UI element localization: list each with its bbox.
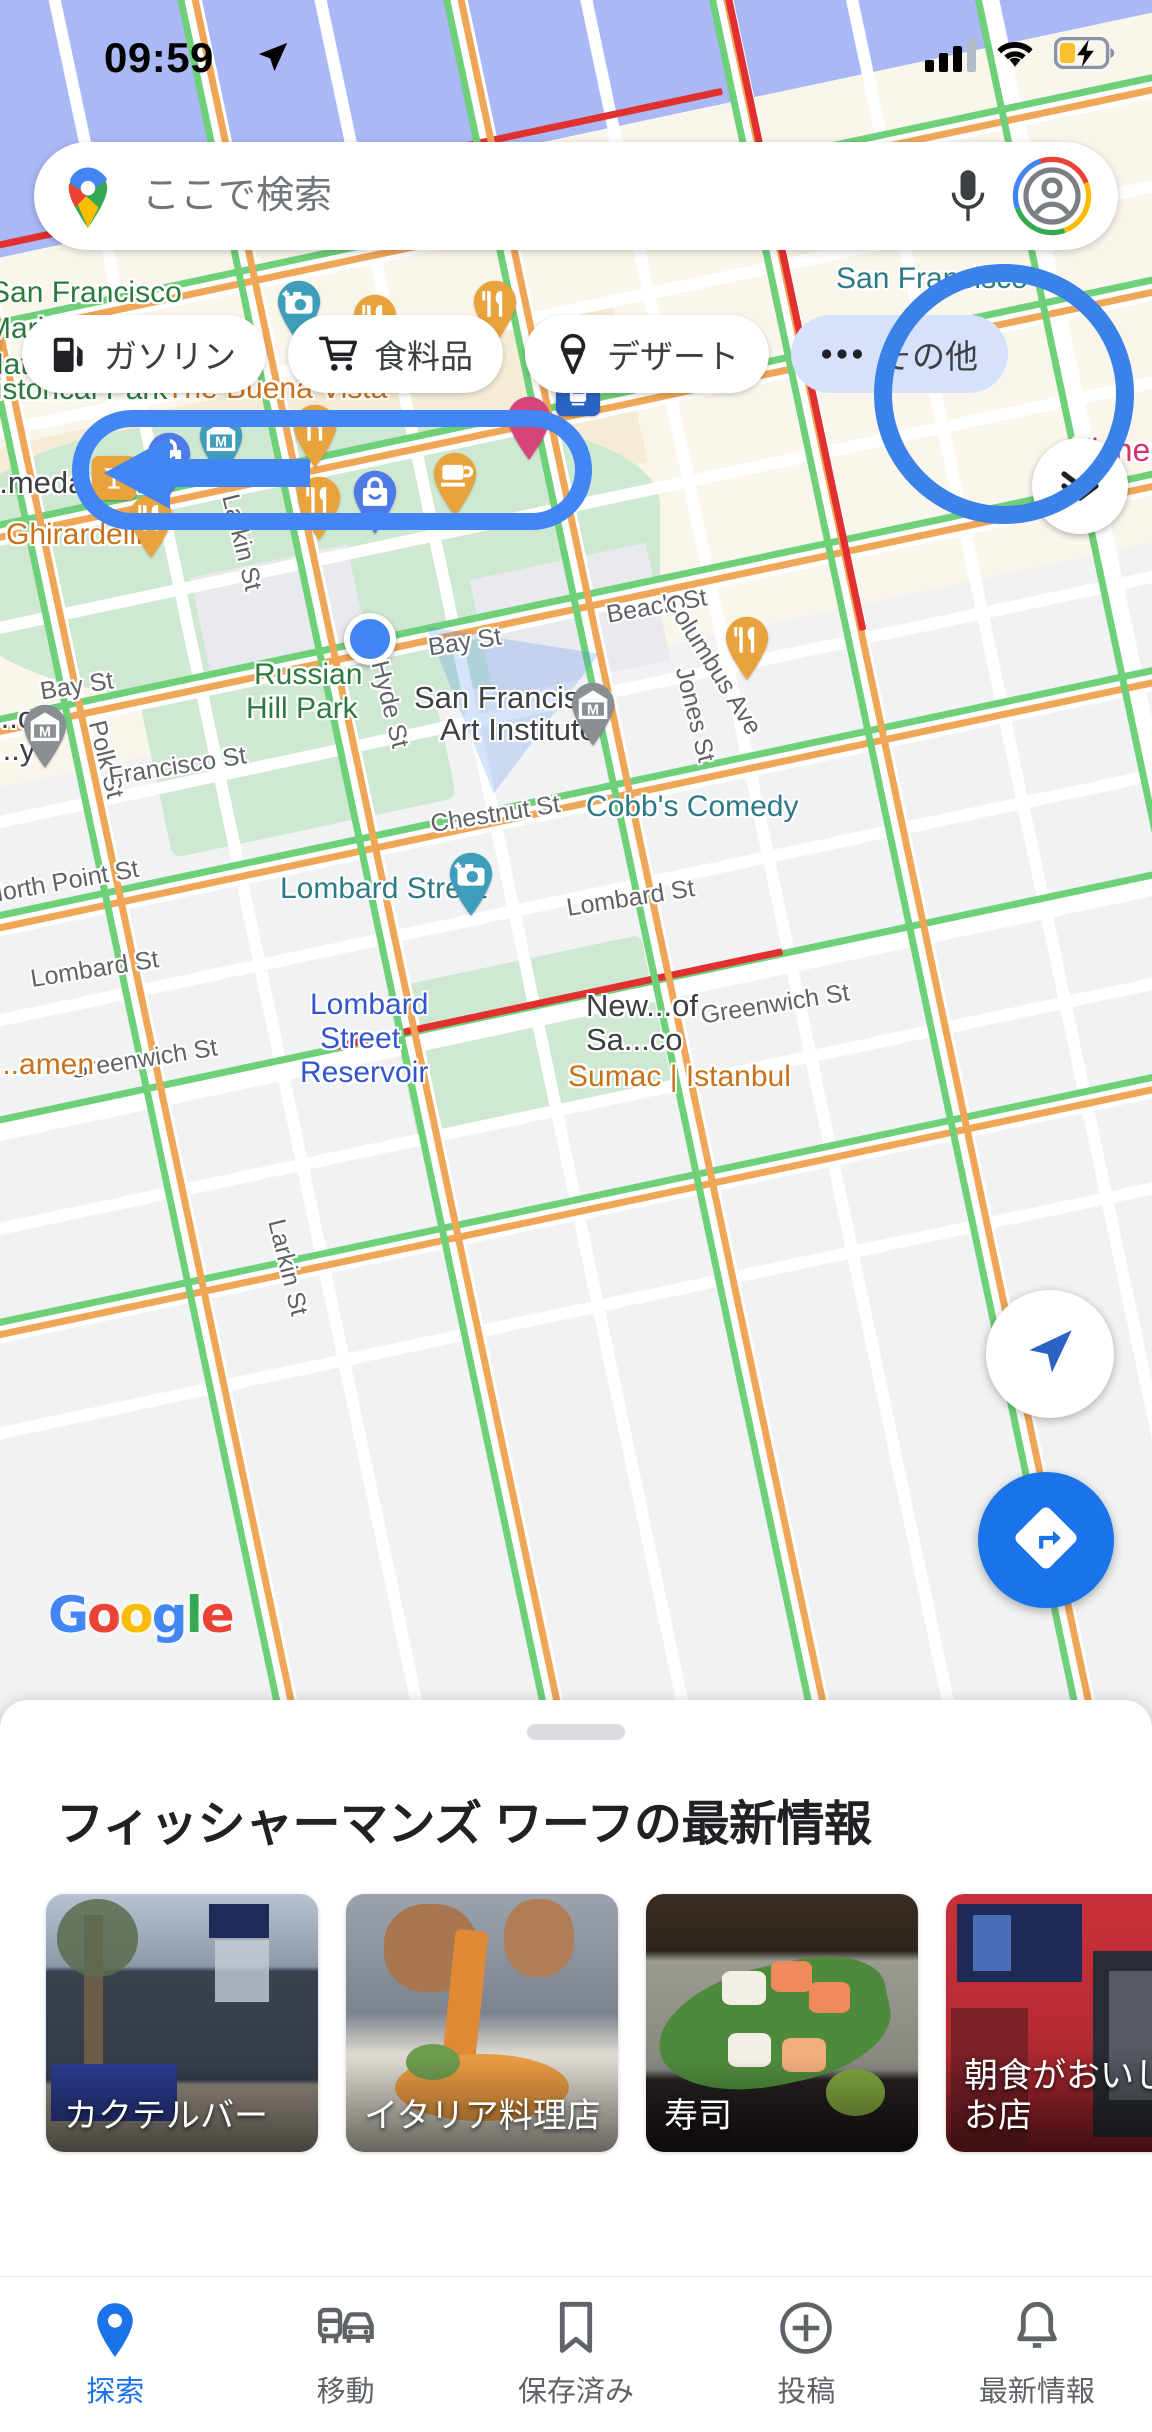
nav-item-transit-go[interactable]: 移動 — [230, 2299, 460, 2410]
map-place-label[interactable]: San Francisco — [0, 276, 182, 310]
map-place-label[interactable]: New...of — [586, 988, 698, 1024]
svg-text:M: M — [39, 724, 51, 740]
map-place-label[interactable]: Street — [320, 1022, 400, 1056]
nav-item-label: 探索 — [86, 2376, 145, 2408]
map-roads — [0, 0, 1152, 1712]
card-caption: 朝食がおいしいお店 — [964, 2056, 1152, 2135]
search-input[interactable] — [116, 174, 938, 218]
bookmark-icon — [554, 2299, 598, 2357]
nav-item-label: 保存済み — [518, 2376, 635, 2408]
account-avatar-icon[interactable] — [1012, 156, 1092, 236]
bell-icon — [1014, 2299, 1060, 2357]
bottom-navigation[interactable]: 探索 移動 保存済み 投稿 最新情報 — [0, 2276, 1152, 2432]
gas-pump-icon — [52, 334, 88, 374]
carousel-card[interactable]: 朝食がおいしいお店 — [946, 1894, 1152, 2152]
museum-pin[interactable]: M — [566, 678, 620, 746]
map-place-label[interactable]: Reservoir — [300, 1056, 428, 1090]
chip-shopping-cart[interactable]: 食料品 — [288, 315, 503, 393]
sheet-title: フィッシャーマンズ ワーフの最新情報 — [56, 1798, 872, 1851]
nav-item-bell[interactable]: 最新情報 — [922, 2299, 1152, 2410]
card-caption: 寿司 — [664, 2096, 732, 2135]
directions-button[interactable] — [978, 1472, 1114, 1608]
navigation-arrow-icon — [1021, 1323, 1079, 1386]
chip-gas-pump[interactable]: ガソリン — [22, 315, 266, 393]
directions-turn-icon — [1014, 1506, 1078, 1575]
restaurant-pin[interactable] — [720, 612, 774, 680]
locate-me-button[interactable] — [986, 1290, 1114, 1418]
chip-label: デザート — [607, 338, 739, 375]
nav-item-label: 最新情報 — [978, 2376, 1095, 2408]
map-place-label[interactable]: Sumac | Istanbul — [568, 1060, 791, 1094]
google-logo: Google — [48, 1586, 235, 1644]
svg-text:M: M — [587, 702, 599, 718]
nav-item-bookmark[interactable]: 保存済み — [461, 2299, 691, 2410]
chip-label: ガソリン — [104, 338, 236, 375]
map-place-label[interactable]: Russian — [254, 658, 362, 692]
nav-item-plus-circle[interactable]: 投稿 — [691, 2299, 921, 2410]
shopping-cart-icon — [318, 334, 358, 374]
annotation-circle — [874, 264, 1134, 524]
nav-item-explore-pin[interactable]: 探索 — [0, 2299, 230, 2410]
nav-item-label: 移動 — [316, 2376, 375, 2408]
nav-item-label: 投稿 — [777, 2376, 836, 2408]
camera-pin[interactable] — [444, 848, 498, 916]
annotation-arrow-left — [100, 435, 310, 516]
card-caption: カクテルバー — [64, 2096, 268, 2135]
map-place-label[interactable]: Sa...co — [586, 1022, 683, 1058]
map-place-label[interactable]: Lombard — [310, 988, 428, 1022]
transit-go-icon — [317, 2299, 374, 2357]
map-place-label[interactable]: Cobb's Comedy — [586, 790, 799, 824]
explore-pin-icon — [91, 2299, 139, 2357]
map-place-label[interactable]: ...amen — [0, 1048, 94, 1082]
google-maps-pin-logo — [60, 164, 116, 228]
museum-pin[interactable]: M — [18, 700, 72, 768]
sheet-drag-handle[interactable] — [527, 1724, 625, 1740]
card-carousel[interactable]: カクテルバー イタリア料理店 寿司 朝食がおいしいお店 — [46, 1894, 1152, 2152]
carousel-card[interactable]: 寿司 — [646, 1894, 918, 2152]
plus-circle-icon — [779, 2299, 833, 2357]
bottom-sheet[interactable]: フィッシャーマンズ ワーフの最新情報 カクテルバー イタリア料理店 寿司 朝食がおいし… — [0, 1700, 1152, 2276]
more-dots-icon — [821, 346, 863, 362]
map-canvas[interactable]: Beach St Bay St Bay St North Point St Larkin… — [0, 0, 1152, 1712]
microphone-icon[interactable] — [938, 169, 998, 223]
search-bar[interactable] — [34, 142, 1118, 250]
chip-ice-cream[interactable]: デザート — [525, 315, 769, 393]
card-caption: イタリア料理店 — [364, 2096, 601, 2135]
carousel-card[interactable]: イタリア料理店 — [346, 1894, 618, 2152]
map-place-label[interactable]: Hill Park — [246, 692, 358, 726]
ice-cream-icon — [555, 333, 591, 375]
chip-label: 食料品 — [374, 338, 473, 375]
carousel-card[interactable]: カクテルバー — [46, 1894, 318, 2152]
